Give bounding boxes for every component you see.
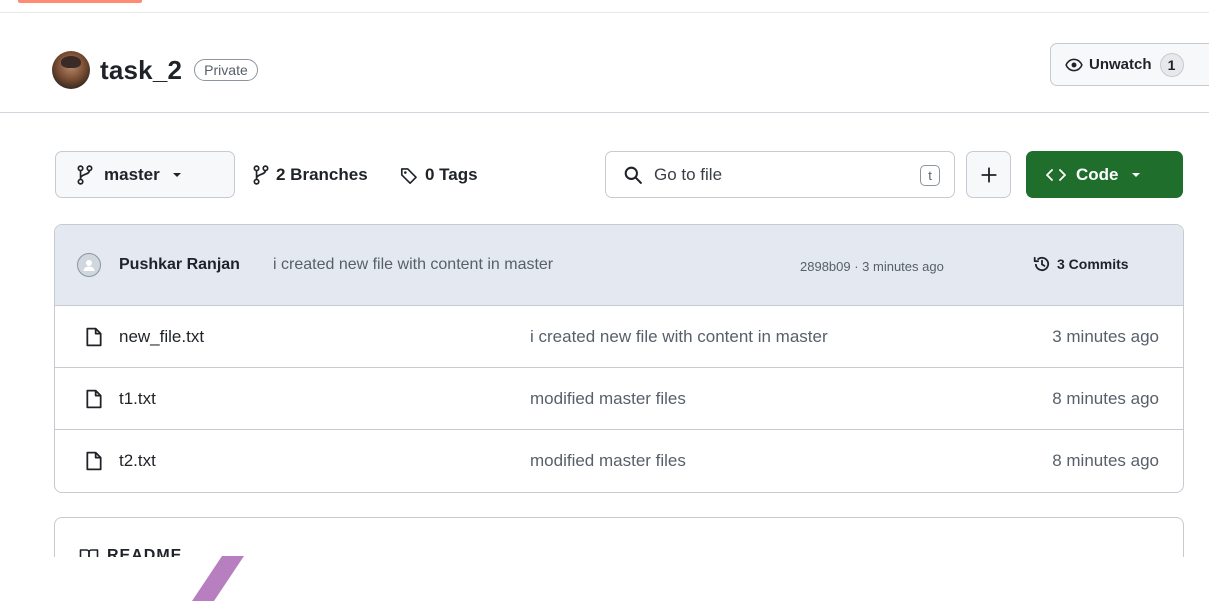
tags-count: 0 Tags: [425, 165, 478, 184]
branch-selector-button[interactable]: master: [55, 151, 235, 198]
file-commit-message[interactable]: modified master files: [530, 451, 686, 471]
add-file-button[interactable]: [966, 151, 1011, 198]
active-tab-indicator: [18, 0, 142, 3]
chevron-down-icon: [172, 172, 181, 177]
pen-stroke-annotation: [192, 556, 244, 601]
file-name[interactable]: t2.txt: [119, 451, 156, 471]
screenshot-crop-area: [0, 557, 1209, 601]
watch-count: 1: [1159, 52, 1184, 77]
owner-avatar[interactable]: [52, 51, 90, 89]
search-input[interactable]: [654, 164, 904, 185]
commit-author[interactable]: Pushkar Ranjan: [119, 256, 240, 274]
branches-count: 2 Branches: [276, 165, 368, 184]
latest-commit-bar: Pushkar Ranjan i created new file with c…: [55, 225, 1183, 306]
file-row[interactable]: new_file.txt i created new file with con…: [55, 306, 1183, 368]
file-commit-time: 8 minutes ago: [1052, 389, 1159, 408]
file-icon: [86, 451, 102, 471]
eye-icon: [1065, 58, 1083, 71]
branches-link[interactable]: 2 Branches: [252, 160, 368, 190]
visibility-badge: Private: [194, 59, 258, 81]
search-icon: [624, 166, 642, 184]
commits-count: 3 Commits: [1057, 256, 1129, 272]
file-commit-message[interactable]: i created new file with content in maste…: [530, 327, 828, 347]
commits-history-link[interactable]: 3 Commits: [1033, 255, 1129, 273]
code-button[interactable]: Code: [1026, 151, 1183, 198]
file-icon: [86, 327, 102, 347]
go-to-file-search[interactable]: t: [605, 151, 955, 198]
file-name[interactable]: t1.txt: [119, 389, 156, 409]
chevron-down-icon: [1131, 172, 1140, 177]
header-divider: [0, 112, 1209, 113]
tags-link[interactable]: 0 Tags: [400, 160, 478, 190]
code-label: Code: [1076, 164, 1119, 184]
file-name[interactable]: new_file.txt: [119, 327, 204, 347]
unwatch-label: Unwatch: [1089, 56, 1152, 73]
commit-author-avatar[interactable]: [77, 253, 101, 277]
repo-header: task_2 Private: [52, 45, 258, 95]
history-icon: [1033, 256, 1050, 272]
git-branch-icon: [77, 164, 93, 185]
user-avatar-icon: [83, 260, 95, 271]
plus-icon: [980, 166, 997, 183]
unwatch-button[interactable]: Unwatch 1: [1050, 43, 1209, 86]
nav-divider: [0, 12, 1209, 13]
file-icon: [86, 389, 102, 409]
code-icon: [1046, 168, 1066, 181]
keyboard-shortcut-hint: t: [920, 165, 940, 186]
repo-name[interactable]: task_2: [100, 55, 182, 86]
file-commit-message[interactable]: modified master files: [530, 389, 686, 409]
file-row[interactable]: t2.txt modified master files 8 minutes a…: [55, 430, 1183, 492]
git-branch-icon: [253, 165, 269, 185]
commit-hash-time[interactable]: 2898b09 · 3 minutes ago: [800, 259, 944, 274]
file-table: Pushkar Ranjan i created new file with c…: [54, 224, 1184, 493]
file-commit-time: 8 minutes ago: [1052, 451, 1159, 470]
file-row[interactable]: t1.txt modified master files 8 minutes a…: [55, 368, 1183, 430]
file-commit-time: 3 minutes ago: [1052, 327, 1159, 346]
tag-icon: [400, 167, 417, 184]
commit-message[interactable]: i created new file with content in maste…: [273, 256, 553, 274]
branch-name: master: [104, 164, 160, 184]
